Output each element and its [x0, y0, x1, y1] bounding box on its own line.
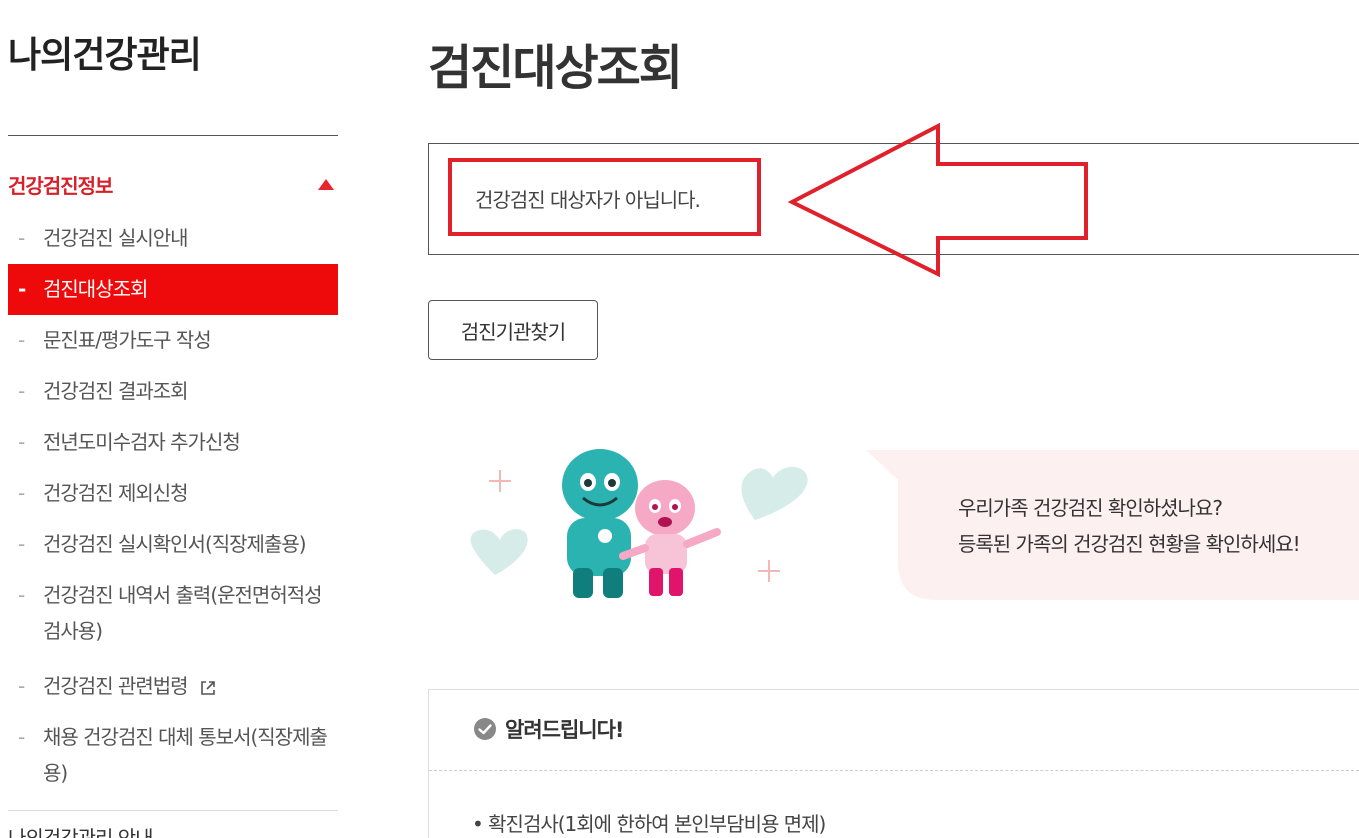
sidebar-section-health-checkup-info[interactable]: 건강검진정보 [8, 166, 338, 202]
sidebar-item-checkup-guide[interactable]: - 건강검진 실시안내 [8, 213, 338, 264]
speech-bubble [866, 450, 1359, 600]
dash-marker: - [18, 226, 25, 250]
promo-text-line-1: 우리가족 건강검진 확인하셨나요? [958, 496, 1223, 520]
sidebar-bottom-divider [8, 810, 338, 811]
sparkle-icon [489, 470, 511, 492]
dash-marker: - [18, 328, 25, 352]
sidebar-item-questionnaire[interactable]: - 문진표/평가도구 작성 [8, 315, 338, 366]
dash-marker: - [18, 674, 25, 698]
sidebar-item-label: 건강검진 실시확인서(직장제출용) [43, 532, 307, 556]
sidebar-divider [8, 135, 338, 136]
promo-text-line-2: 등록된 가족의 건강검진 현황을 확인하세요! [958, 532, 1301, 556]
sidebar-item-label: 채용 건강검진 대체 통보서(직장제출용) [43, 725, 328, 785]
sidebar-item-label: 건강검진 제외신청 [43, 481, 189, 505]
dash-marker: - [18, 481, 25, 505]
notice-header: 알려드립니다! [473, 714, 624, 744]
sidebar: 나의건강관리 건강검진정보 - 건강검진 실시안내 - 검진대상조회 - 문진표… [8, 0, 338, 838]
dash-marker: - [18, 725, 25, 749]
left-arrow-annotation-icon [788, 122, 1088, 278]
sidebar-menu: - 건강검진 실시안내 - 검진대상조회 - 문진표/평가도구 작성 - 건강검… [8, 213, 338, 803]
sidebar-item-label: 전년도미수검자 추가신청 [43, 430, 241, 454]
sidebar-item-label: 건강검진 실시안내 [43, 226, 189, 250]
sidebar-title: 나의건강관리 [8, 35, 202, 76]
pink-character [619, 480, 721, 596]
notice-item: • 확진검사(1회에 한하여 본인부담비용 면제) [472, 812, 826, 836]
heart-icon [741, 466, 808, 520]
notice-title: 알려드립니다! [505, 718, 624, 742]
triangle-up-icon [318, 178, 334, 190]
sidebar-item-exclusion-request[interactable]: - 건강검진 제외신청 [8, 468, 338, 519]
sidebar-item-label: 검진대상조회 [43, 277, 148, 301]
page-title: 검진대상조회 [428, 40, 683, 96]
result-message: 건강검진 대상자가 아닙니다. [475, 188, 701, 212]
sparkle-icon [758, 560, 780, 582]
sidebar-item-employment-notice[interactable]: - 채용 건강검진 대체 통보서(직장제출용) [8, 712, 338, 803]
sidebar-item-label: 건강검진 내역서 출력(운전면허적성검사용) [43, 583, 323, 643]
dash-marker: - [18, 532, 25, 556]
sidebar-item-target-inquiry[interactable]: - 검진대상조회 [8, 264, 338, 315]
check-circle-icon [474, 718, 496, 740]
notice-divider [429, 770, 1359, 771]
sidebar-section-my-health-guide[interactable]: 나의건강관리 안내 [8, 822, 154, 838]
sidebar-item-result-inquiry[interactable]: - 건강검진 결과조회 [8, 366, 338, 417]
dash-marker: - [18, 379, 25, 403]
dash-marker: - [18, 277, 26, 301]
sidebar-item-label: 건강검진 결과조회 [43, 379, 189, 403]
find-checkup-institution-button[interactable]: 검진기관찾기 [428, 300, 598, 360]
sidebar-item-related-laws[interactable]: - 건강검진 관련법령 [8, 661, 338, 712]
sidebar-item-label: 문진표/평가도구 작성 [43, 328, 212, 352]
family-characters-illustration [470, 449, 808, 598]
sidebar-item-label: 건강검진 관련법령 [43, 674, 189, 698]
dash-marker: - [18, 430, 25, 454]
sidebar-item-confirmation-certificate[interactable]: - 건강검진 실시확인서(직장제출용) [8, 519, 338, 570]
sidebar-item-additional-request[interactable]: - 전년도미수검자 추가신청 [8, 417, 338, 468]
sidebar-section-label: 건강검진정보 [8, 173, 113, 198]
sidebar-item-history-printout[interactable]: - 건강검진 내역서 출력(운전면허적성검사용) [8, 570, 338, 661]
external-link-icon [201, 680, 215, 695]
dash-marker: - [18, 583, 25, 607]
teal-character [562, 449, 638, 598]
heart-icon [470, 529, 528, 575]
